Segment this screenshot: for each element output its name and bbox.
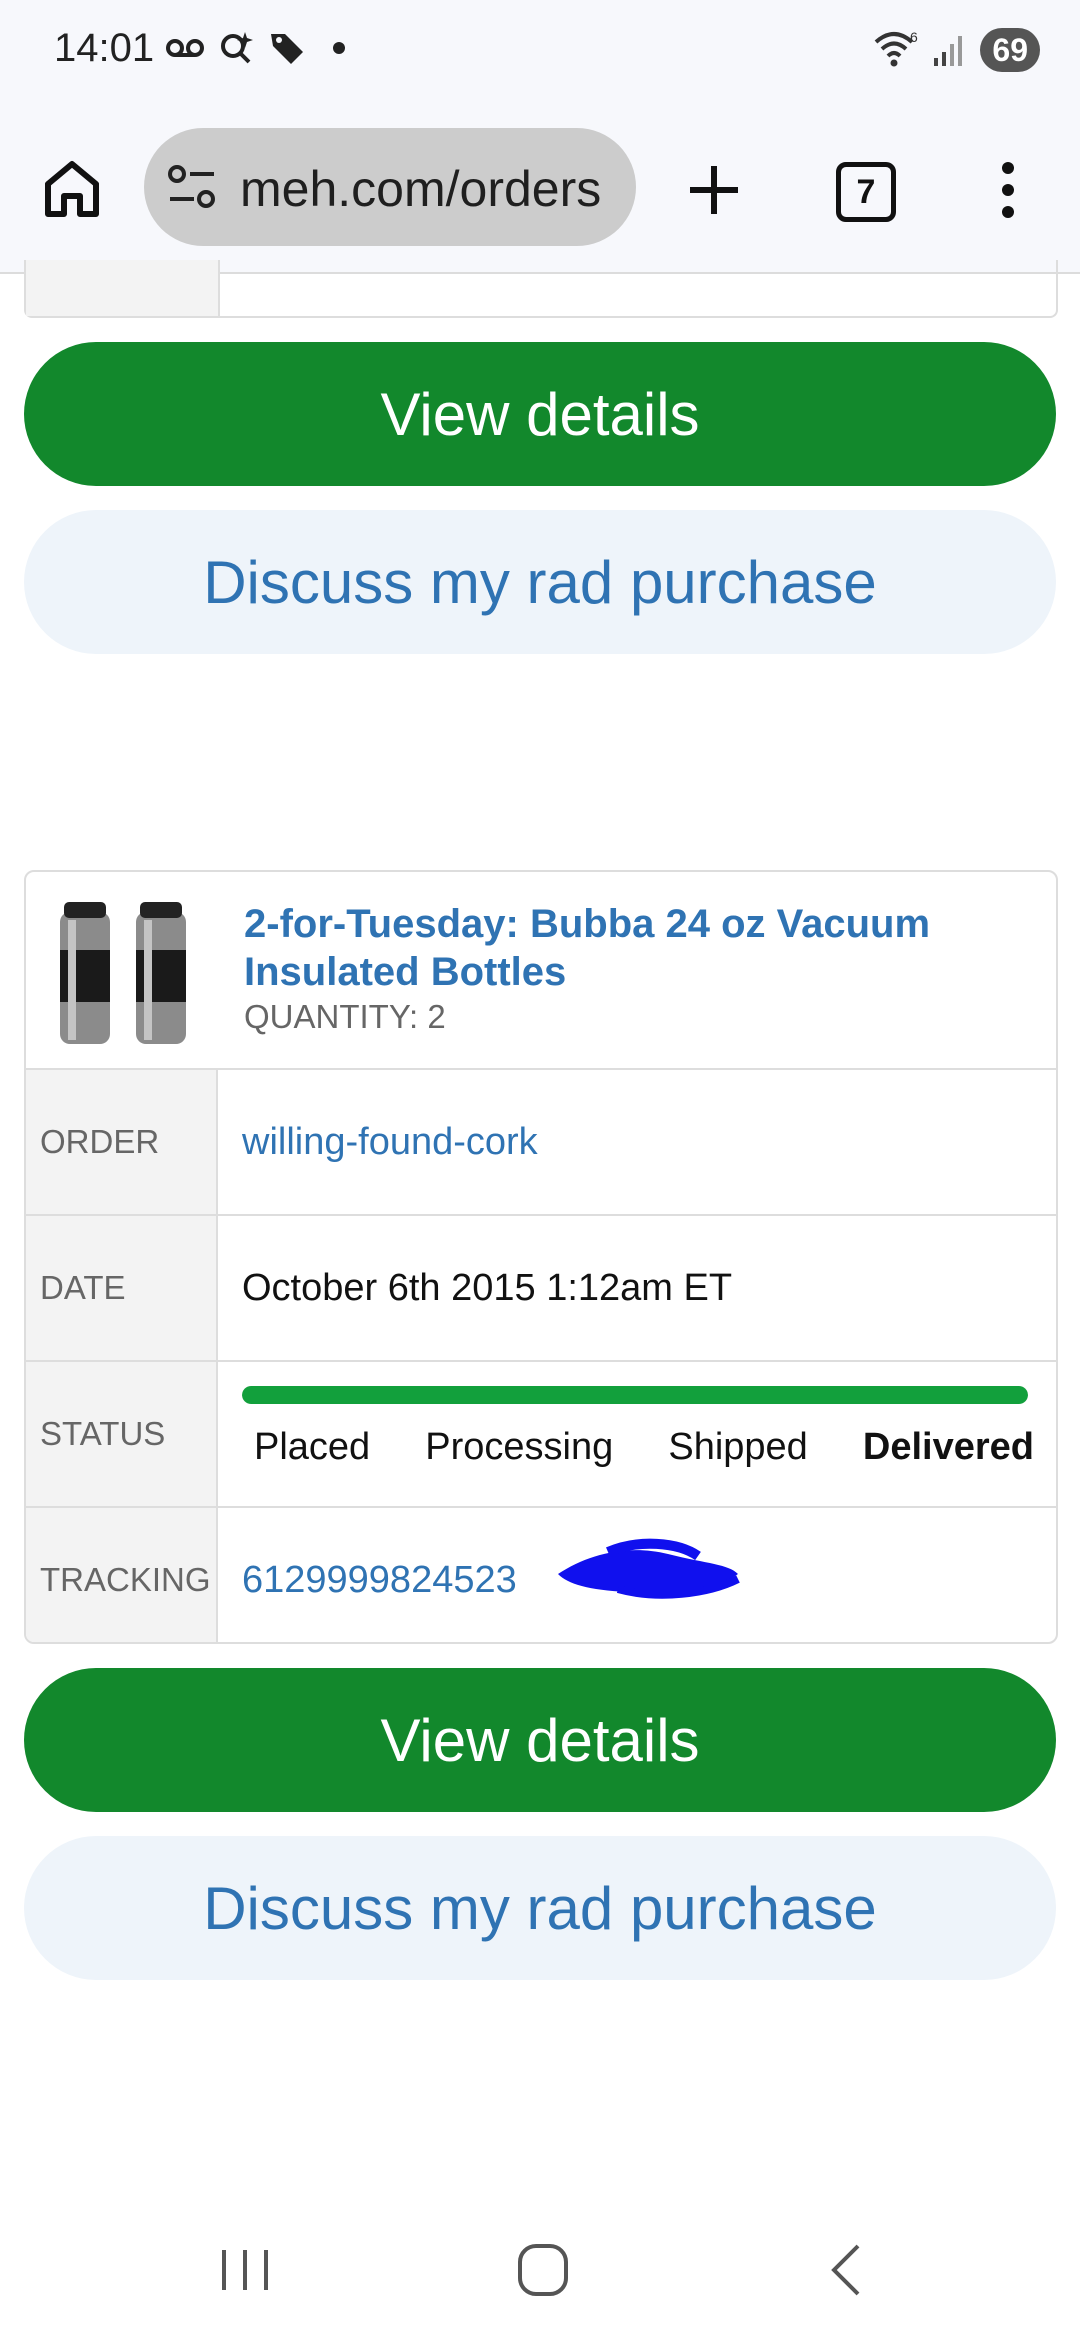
order-card: 2-for-Tuesday: Bubba 24 oz Vacuum Insula… bbox=[24, 870, 1058, 1644]
order-date: October 6th 2015 1:12am ET bbox=[242, 1266, 733, 1309]
status-bar: 14:01 6 69 bbox=[0, 0, 1080, 110]
browser-toolbar: meh.com/orders 7 bbox=[0, 110, 1080, 274]
home-icon[interactable] bbox=[40, 156, 104, 220]
notification-icons bbox=[165, 30, 345, 66]
address-bar[interactable]: meh.com/orders bbox=[144, 128, 636, 246]
view-details-button-order[interactable]: View details bbox=[24, 1668, 1056, 1812]
view-details-button[interactable]: View details bbox=[24, 342, 1056, 486]
clock: 14:01 bbox=[54, 26, 155, 70]
system-nav-bar bbox=[0, 2190, 1080, 2340]
status-row: STATUS Placed Processing Shipped Deliver… bbox=[26, 1362, 1056, 1508]
tabs-icon[interactable]: 7 bbox=[836, 162, 896, 222]
status-step-shipped: Shipped bbox=[668, 1426, 808, 1468]
search-sparkle-icon bbox=[221, 32, 253, 64]
product-title-link[interactable]: 2-for-Tuesday: Bubba 24 oz Vacuum Insula… bbox=[244, 900, 1004, 996]
recents-icon[interactable] bbox=[210, 2240, 280, 2300]
status-step-delivered: Delivered bbox=[862, 1426, 1034, 1468]
system-indicators: 6 69 bbox=[872, 28, 1040, 72]
order-id-link[interactable]: willing-found-cork bbox=[218, 1070, 1056, 1214]
tracking-number-link[interactable]: 6129999824523 bbox=[242, 1559, 517, 1602]
voicemail-icon bbox=[166, 39, 204, 57]
previous-order-card-bottom bbox=[24, 260, 1058, 318]
previous-order-label-cell bbox=[26, 260, 220, 316]
home-circle-icon[interactable] bbox=[508, 2240, 578, 2300]
status-progress-bar bbox=[242, 1386, 1028, 1404]
status-step-processing: Processing bbox=[425, 1426, 614, 1468]
tracking-cell: 6129999824523 bbox=[218, 1508, 1056, 1642]
order-label: ORDER bbox=[26, 1070, 218, 1214]
tracking-row: TRACKING 6129999824523 bbox=[26, 1508, 1056, 1642]
status-step-placed: Placed bbox=[254, 1426, 371, 1468]
dot-icon bbox=[333, 42, 345, 54]
back-icon[interactable] bbox=[812, 2240, 882, 2300]
wifi-icon: 6 bbox=[875, 30, 918, 67]
product-header: 2-for-Tuesday: Bubba 24 oz Vacuum Insula… bbox=[26, 872, 1056, 1070]
url-text[interactable]: meh.com/orders bbox=[240, 160, 601, 218]
date-row: DATE October 6th 2015 1:12am ET bbox=[26, 1216, 1056, 1362]
signal-icon bbox=[934, 36, 963, 66]
order-row: ORDER willing-found-cork bbox=[26, 1070, 1056, 1216]
product-quantity: QUANTITY: 2 bbox=[244, 998, 446, 1035]
site-settings-icon[interactable] bbox=[168, 165, 216, 209]
redaction-scribble bbox=[558, 1538, 740, 1599]
plus-icon[interactable] bbox=[682, 158, 746, 222]
status-steps: Placed Processing Shipped Delivered bbox=[254, 1426, 1034, 1469]
svg-text:6: 6 bbox=[910, 30, 918, 45]
more-vert-icon[interactable] bbox=[996, 158, 1020, 222]
status-label: STATUS bbox=[26, 1362, 218, 1506]
status-cell: Placed Processing Shipped Delivered bbox=[218, 1362, 1056, 1506]
discuss-purchase-button-order[interactable]: Discuss my rad purchase bbox=[24, 1836, 1056, 1980]
battery-icon: 69 bbox=[980, 28, 1040, 72]
product-thumbnail[interactable] bbox=[56, 900, 194, 1048]
tracking-label: TRACKING bbox=[26, 1508, 218, 1642]
date-label: DATE bbox=[26, 1216, 218, 1360]
discuss-purchase-button[interactable]: Discuss my rad purchase bbox=[24, 510, 1056, 654]
status-progress-fill bbox=[242, 1386, 1028, 1404]
tag-icon bbox=[271, 34, 303, 64]
